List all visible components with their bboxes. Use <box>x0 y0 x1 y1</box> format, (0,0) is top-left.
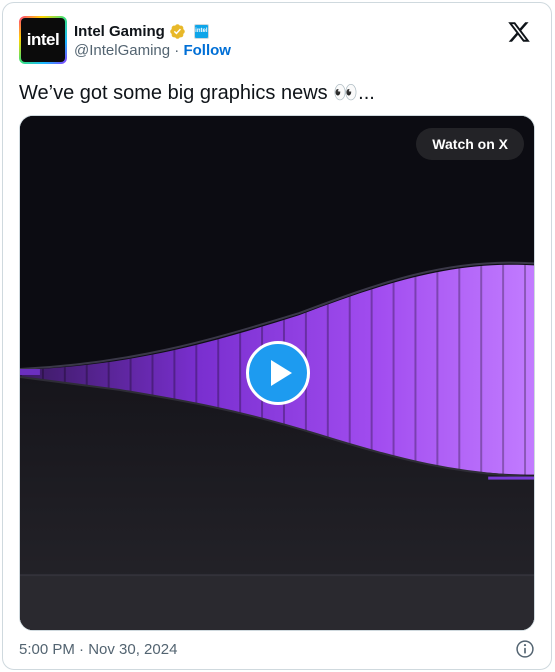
tweet-text: We’ve got some big graphics news 👀... <box>19 82 375 104</box>
follow-button[interactable]: Follow <box>183 42 231 59</box>
name-row: Intel Gaming intel <box>74 21 231 41</box>
info-icon[interactable] <box>515 639 535 659</box>
author-handle[interactable]: @IntelGaming <box>74 42 170 59</box>
handle-separator: · <box>174 42 180 59</box>
author-name[interactable]: Intel Gaming <box>74 23 165 40</box>
tweet-header: intel Intel Gaming intel @IntelGaming · … <box>19 16 535 66</box>
play-icon <box>270 360 292 386</box>
handle-row: @IntelGaming · Follow <box>74 41 231 61</box>
author-info: Intel Gaming intel @IntelGaming · Follow <box>74 21 231 61</box>
verified-badge-icon <box>170 23 185 39</box>
video-player[interactable]: Watch on X <box>19 115 535 631</box>
avatar[interactable]: intel <box>19 16 67 64</box>
watch-on-x-button[interactable]: Watch on X <box>416 128 524 160</box>
avatar-logo: intel <box>21 18 65 62</box>
affiliate-badge[interactable]: intel <box>193 23 209 39</box>
tweet-timestamp[interactable]: 5:00 PM · Nov 30, 2024 <box>19 641 177 658</box>
tweet-card[interactable]: intel Intel Gaming intel @IntelGaming · … <box>2 2 552 670</box>
play-button[interactable] <box>246 341 310 405</box>
x-logo-icon[interactable] <box>507 20 531 44</box>
